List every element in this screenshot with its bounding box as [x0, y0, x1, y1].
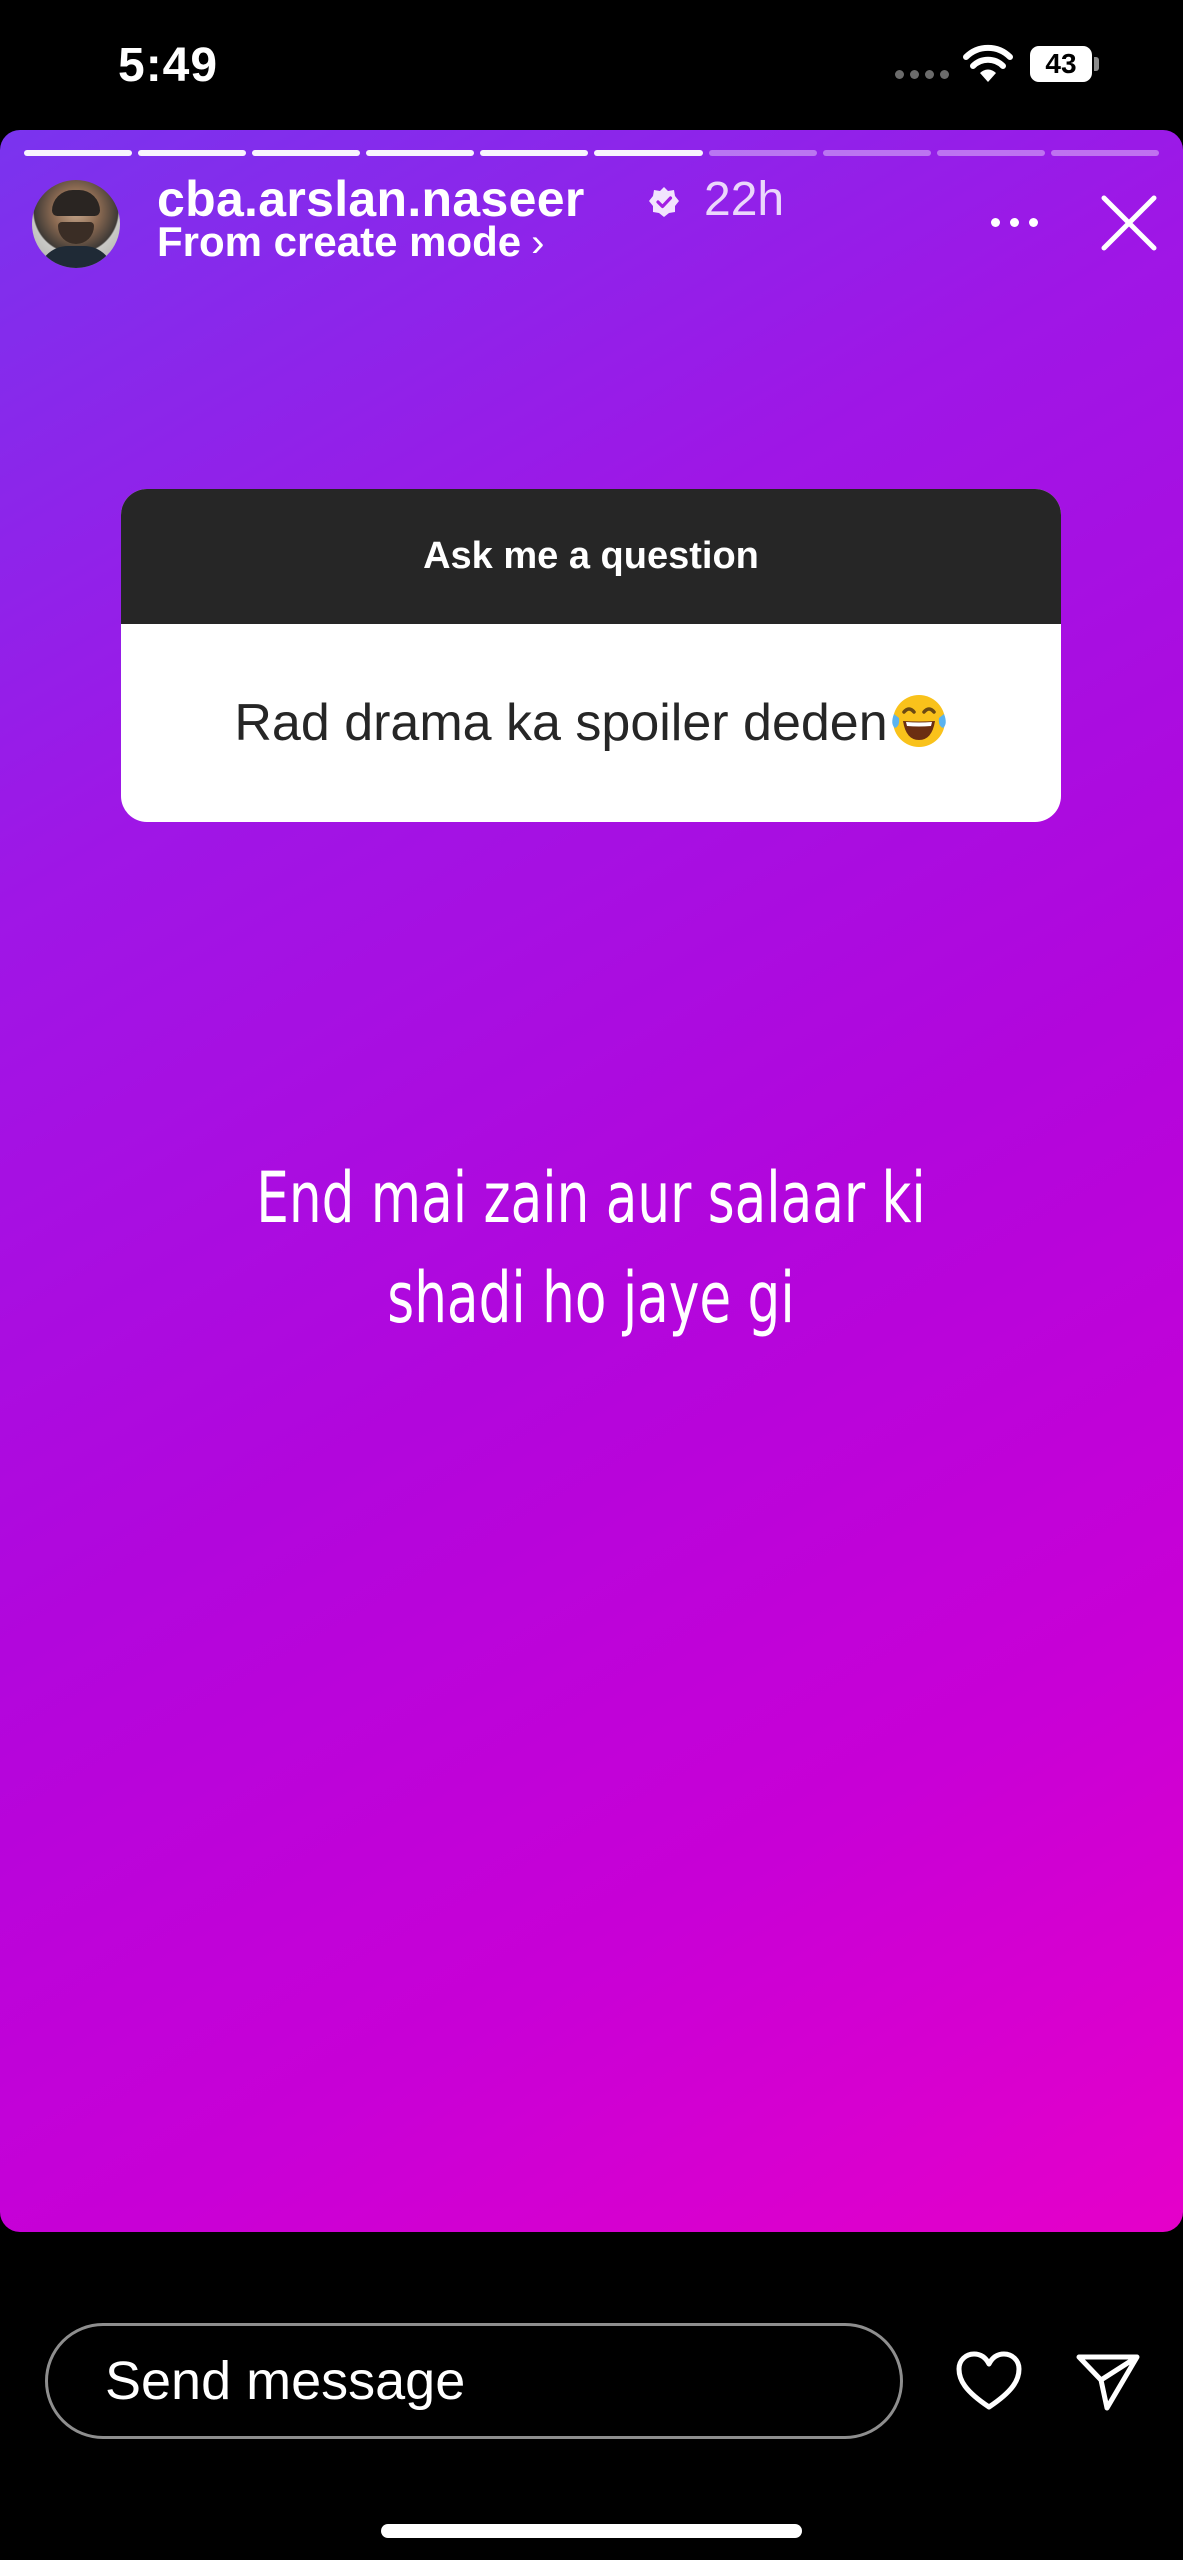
story-progress-segment [594, 150, 703, 156]
home-indicator[interactable] [381, 2524, 802, 2538]
story-progress-segment [24, 150, 133, 156]
more-options-icon[interactable] [985, 210, 1045, 240]
question-text-row: Rad drama ka spoiler deden [121, 624, 1061, 822]
question-text: Rad drama ka spoiler deden [234, 694, 888, 752]
story-progress-segment [936, 150, 1045, 156]
story-time-ago: 22h [704, 173, 785, 226]
wifi-icon [963, 44, 1013, 82]
story-progress-segment [822, 150, 931, 156]
story-progress-segment [252, 150, 361, 156]
avatar[interactable] [32, 180, 120, 268]
status-bar: 5:49 43 [0, 0, 1183, 130]
battery-level: 43 [1045, 48, 1077, 79]
story-answer-text: End mai zain aur salaar ki shadi ho jaye… [256, 1157, 926, 1339]
send-message-input[interactable]: Send message [45, 2323, 903, 2439]
close-icon[interactable] [1098, 192, 1160, 254]
create-mode-link[interactable]: From create mode › [157, 218, 544, 266]
status-time: 5:49 [118, 39, 219, 92]
question-sticker[interactable]: Ask me a question Rad drama ka spoiler d… [121, 489, 1061, 822]
send-message-placeholder: Send message [105, 2351, 466, 2411]
verified-badge-icon [649, 187, 679, 217]
signal-dots-icon [895, 70, 951, 82]
story-progress-segment [708, 150, 817, 156]
story-progress-segment [138, 150, 247, 156]
battery-icon: 43 [1030, 46, 1100, 82]
chevron-right-icon: › [531, 221, 545, 265]
heart-icon[interactable] [955, 2350, 1023, 2412]
story-progress-segment [480, 150, 589, 156]
story-progress-bar [24, 150, 1159, 156]
face-with-tears-of-joy-icon [891, 695, 946, 747]
question-prompt: Ask me a question [121, 489, 1061, 624]
story-progress-segment [366, 150, 475, 156]
send-icon[interactable] [1075, 2352, 1141, 2412]
story-viewer[interactable]: cba.arslan.naseer 22h From create mode › … [0, 130, 1183, 2232]
create-mode-label: From create mode [157, 218, 522, 265]
story-progress-segment [1050, 150, 1159, 156]
